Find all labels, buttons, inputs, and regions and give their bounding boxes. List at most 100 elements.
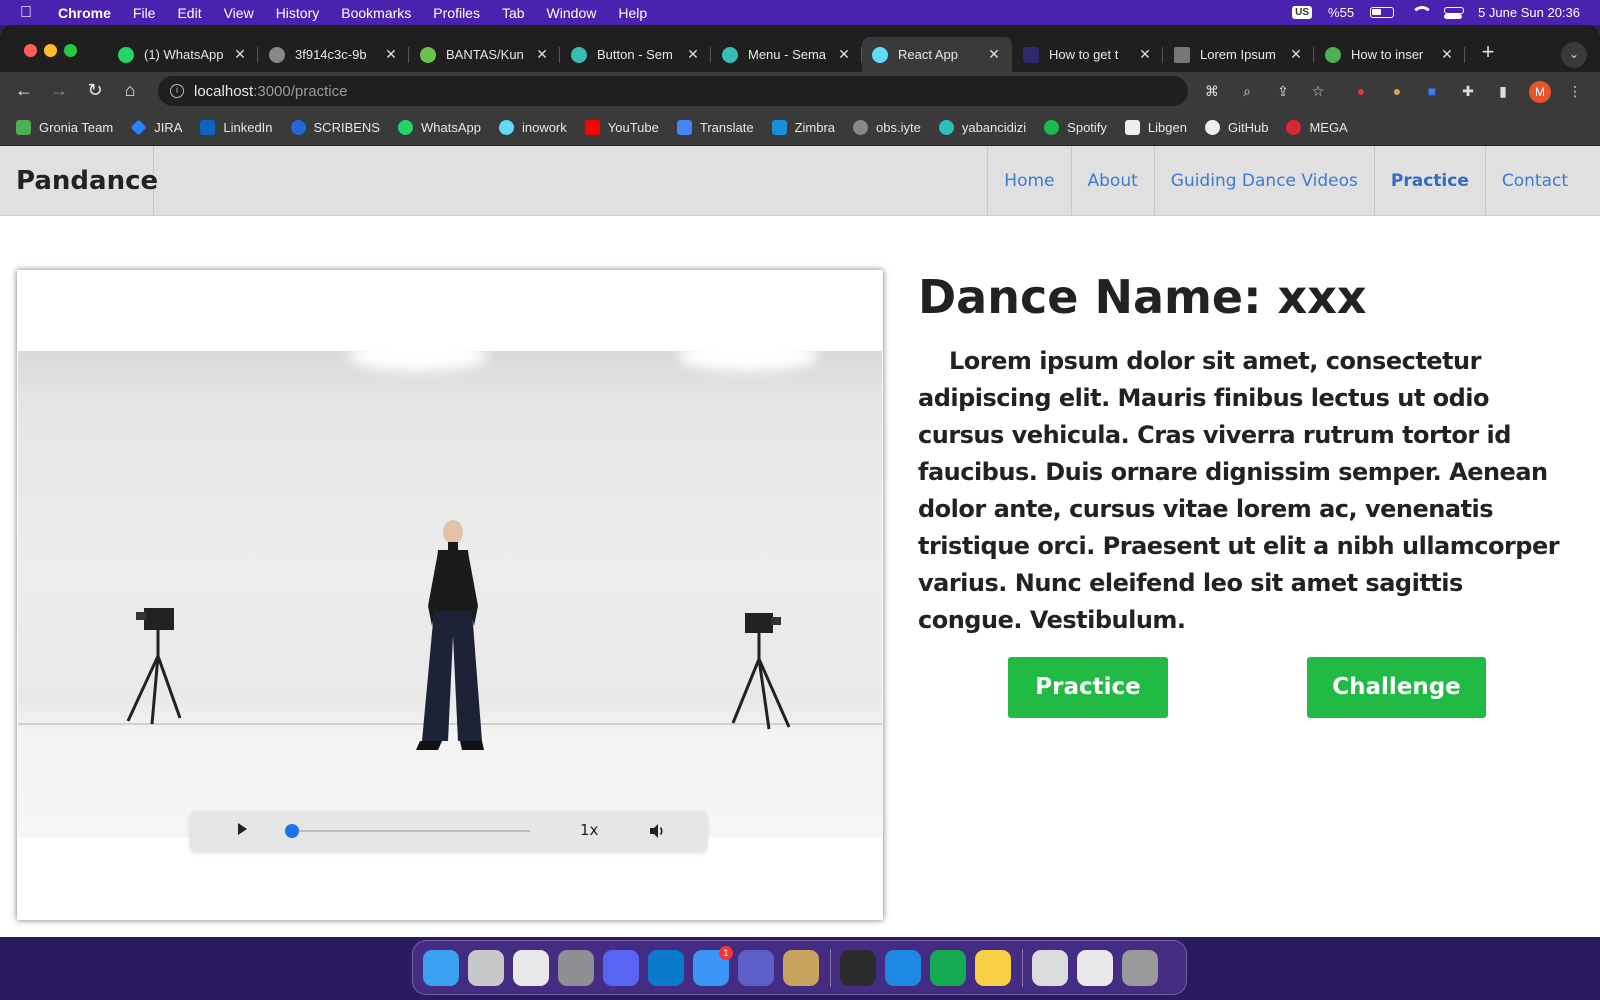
document-icon[interactable]: [1032, 949, 1068, 986]
trash-icon[interactable]: [1122, 949, 1158, 986]
bookmark-translate[interactable]: Translate: [676, 120, 754, 135]
share-icon[interactable]: ⇪: [1274, 82, 1292, 100]
bookmark-yabancidizi[interactable]: yabancidizi: [938, 120, 1026, 135]
close-icon[interactable]: ✕: [1439, 46, 1455, 63]
seek-thumb[interactable]: [285, 824, 299, 838]
system-preferences-icon[interactable]: [558, 949, 594, 986]
bookmark-star-icon[interactable]: ☆: [1309, 82, 1327, 100]
extensions-puzzle-icon[interactable]: ✚: [1459, 82, 1477, 100]
tab-react-app[interactable]: React App ✕: [862, 37, 1012, 72]
tab-how-to-insert[interactable]: How to inser ✕: [1315, 37, 1465, 72]
playback-speed[interactable]: 1x: [580, 821, 598, 839]
fullscreen-window-button[interactable]: [64, 44, 77, 57]
bookmark-obs-iyte[interactable]: obs.iyte: [853, 120, 921, 135]
close-icon[interactable]: ✕: [383, 46, 399, 63]
menu-bookmarks[interactable]: Bookmarks: [341, 5, 411, 21]
nav-home[interactable]: Home: [987, 146, 1070, 216]
minimize-window-button[interactable]: [44, 44, 57, 57]
webstorm-icon[interactable]: [885, 949, 921, 986]
extension-icon[interactable]: ●: [1388, 82, 1406, 100]
tab-lorem-ipsum[interactable]: Lorem Ipsum ✕: [1164, 37, 1314, 72]
close-icon[interactable]: ✕: [836, 46, 852, 63]
chrome-icon[interactable]: [513, 949, 549, 986]
bookmark-spotify[interactable]: Spotify: [1044, 120, 1107, 135]
close-icon[interactable]: ✕: [534, 46, 550, 63]
bookmark-whatsapp[interactable]: WhatsApp: [397, 120, 481, 135]
tab-button-semantic[interactable]: Button - Sem ✕: [561, 37, 711, 72]
battery-icon[interactable]: [1370, 7, 1395, 18]
menu-window[interactable]: Window: [547, 5, 597, 21]
play-icon[interactable]: [238, 823, 247, 835]
archive-utility-icon[interactable]: [783, 949, 819, 986]
launchpad-icon[interactable]: [468, 949, 504, 986]
close-icon[interactable]: ✕: [685, 46, 701, 63]
home-button[interactable]: ⌂: [119, 80, 141, 102]
nav-practice[interactable]: Practice: [1373, 146, 1485, 216]
adblock-extension-icon[interactable]: ●: [1352, 82, 1370, 100]
apple-icon[interactable]: : [20, 4, 42, 22]
preview-icon[interactable]: [1077, 949, 1113, 986]
close-icon[interactable]: ✕: [986, 46, 1002, 63]
tab-how-to-get[interactable]: How to get t ✕: [1013, 37, 1163, 72]
bookmark-scribens[interactable]: SCRIBENS: [290, 120, 380, 135]
menu-profiles[interactable]: Profiles: [433, 5, 480, 21]
bookmark-mega[interactable]: MEGA: [1286, 120, 1348, 135]
menu-app-name[interactable]: Chrome: [58, 5, 111, 21]
forward-button[interactable]: →: [48, 80, 70, 102]
profile-avatar[interactable]: M: [1529, 81, 1551, 103]
bookmark-gronia-team[interactable]: Gronia Team: [16, 120, 113, 135]
new-tab-button[interactable]: +: [1476, 41, 1500, 65]
bookmark-zimbra[interactable]: Zimbra: [771, 120, 835, 135]
volume-icon[interactable]: [648, 822, 666, 840]
menu-tab[interactable]: Tab: [502, 5, 525, 21]
discord-icon[interactable]: [603, 949, 639, 986]
site-info-icon[interactable]: i: [170, 84, 184, 98]
video-frame[interactable]: [18, 351, 882, 837]
bitwarden-extension-icon[interactable]: ■: [1423, 82, 1441, 100]
challenge-button[interactable]: Challenge: [1307, 657, 1486, 718]
site-brand[interactable]: Pandance: [0, 146, 158, 216]
tab-menu-semantic[interactable]: Menu - Sema ✕: [712, 37, 862, 72]
bookmark-youtube[interactable]: YouTube: [584, 120, 659, 135]
bookmark-jira[interactable]: JIRA: [130, 119, 182, 136]
nav-about[interactable]: About: [1070, 146, 1154, 216]
tab-3f914c3c[interactable]: 3f914c3c-9b ✕: [259, 37, 409, 72]
bookmark-linkedin[interactable]: LinkedIn: [200, 120, 273, 135]
close-icon[interactable]: ✕: [1137, 46, 1153, 63]
menu-help[interactable]: Help: [618, 5, 647, 21]
tab-whatsapp[interactable]: (1) WhatsApp ✕: [108, 37, 258, 72]
nav-contact[interactable]: Contact: [1484, 146, 1584, 216]
teams-icon[interactable]: [738, 949, 774, 986]
translate-icon[interactable]: ⌘: [1203, 82, 1221, 100]
bookmark-github[interactable]: GitHub: [1204, 120, 1268, 135]
tab-bantas[interactable]: BANTAS/Kun ✕: [410, 37, 560, 72]
address-bar[interactable]: i localhost:3000/practice ⌘ ⌕ ⇪ ☆: [158, 76, 1324, 106]
menubar-clock[interactable]: 5 June Sun 20:36: [1478, 5, 1580, 20]
menu-view[interactable]: View: [224, 5, 254, 21]
zoom-icon[interactable]: ⌕: [1238, 82, 1256, 100]
finder-icon[interactable]: [423, 949, 459, 986]
close-icon[interactable]: ✕: [232, 46, 248, 63]
notes-icon[interactable]: [975, 949, 1011, 986]
tab-search-button[interactable]: ⌄: [1561, 42, 1587, 68]
keyboard-layout-badge[interactable]: US: [1292, 6, 1313, 19]
seek-bar[interactable]: [285, 824, 530, 838]
terminal-icon[interactable]: [840, 949, 876, 986]
vscode-icon[interactable]: [648, 949, 684, 986]
menu-edit[interactable]: Edit: [177, 5, 201, 21]
mongodb-compass-icon[interactable]: [930, 949, 966, 986]
close-icon[interactable]: ✕: [1288, 46, 1304, 63]
back-button[interactable]: ←: [13, 80, 35, 102]
side-panel-icon[interactable]: ▮: [1494, 82, 1512, 100]
control-center-icon[interactable]: [1444, 6, 1465, 20]
menu-history[interactable]: History: [276, 5, 320, 21]
nav-guiding-dance-videos[interactable]: Guiding Dance Videos: [1153, 146, 1374, 216]
practice-button[interactable]: Practice: [1008, 657, 1168, 718]
bookmark-inowork[interactable]: inowork: [498, 120, 567, 135]
chrome-menu-icon[interactable]: ⋮: [1566, 82, 1584, 100]
close-window-button[interactable]: [24, 44, 37, 57]
mail-icon[interactable]: 1: [693, 945, 733, 986]
video-player[interactable]: 1x: [17, 270, 883, 920]
reload-button[interactable]: ↻: [84, 80, 106, 102]
menu-file[interactable]: File: [133, 5, 156, 21]
